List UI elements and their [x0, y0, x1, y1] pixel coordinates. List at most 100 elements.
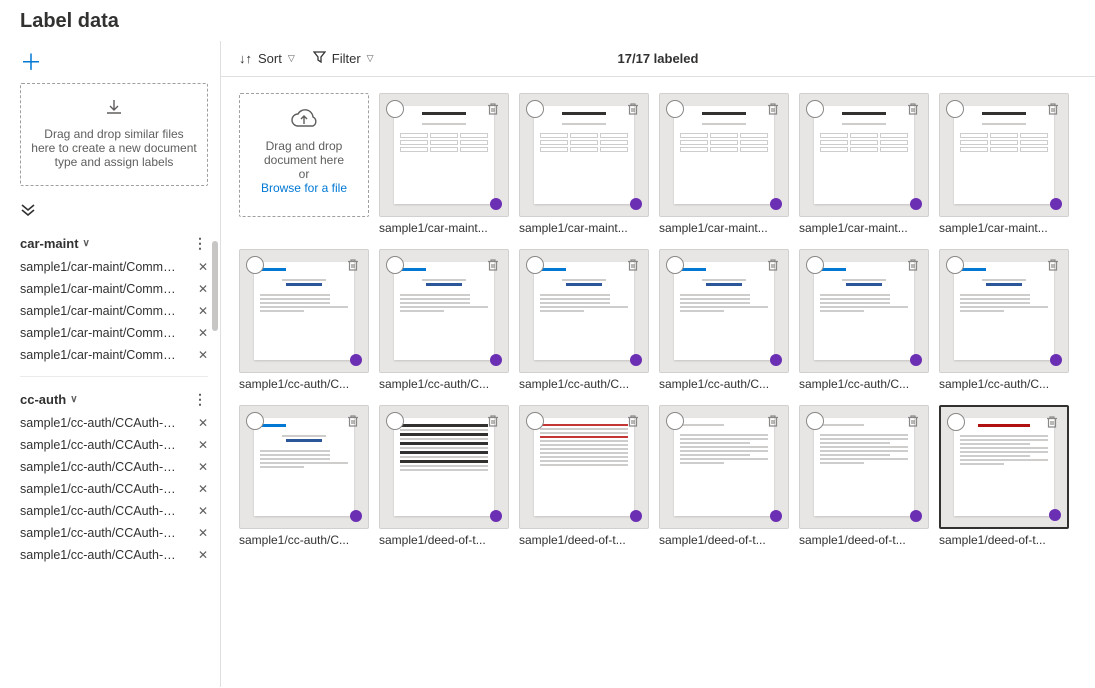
select-checkbox[interactable] — [946, 256, 964, 274]
document-thumbnail[interactable] — [659, 249, 789, 373]
document-card[interactable]: sample1/cc-auth/C... — [379, 249, 509, 391]
select-checkbox[interactable] — [806, 100, 824, 118]
sidebar-dropzone[interactable]: Drag and drop similar files here to crea… — [20, 83, 208, 186]
document-thumbnail[interactable] — [939, 405, 1069, 529]
add-button[interactable]: ＋ — [20, 51, 208, 83]
document-thumbnail[interactable] — [379, 93, 509, 217]
document-card[interactable]: sample1/deed-of-t... — [379, 405, 509, 547]
document-card[interactable]: sample1/car-maint... — [939, 93, 1069, 235]
remove-file-icon[interactable]: ✕ — [198, 416, 208, 430]
remove-file-icon[interactable]: ✕ — [198, 460, 208, 474]
document-thumbnail[interactable] — [939, 249, 1069, 373]
remove-file-icon[interactable]: ✕ — [198, 548, 208, 562]
remove-file-icon[interactable]: ✕ — [198, 326, 208, 340]
file-row[interactable]: sample1/cc-auth/CCAuth-7....✕ — [20, 544, 208, 566]
document-thumbnail[interactable] — [939, 93, 1069, 217]
delete-icon[interactable] — [624, 412, 642, 430]
document-card[interactable]: sample1/cc-auth/C... — [659, 249, 789, 391]
remove-file-icon[interactable]: ✕ — [198, 282, 208, 296]
document-thumbnail[interactable] — [799, 249, 929, 373]
document-card[interactable]: sample1/deed-of-t... — [799, 405, 929, 547]
delete-icon[interactable] — [344, 412, 362, 430]
document-thumbnail[interactable] — [239, 249, 369, 373]
document-card[interactable]: sample1/cc-auth/C... — [519, 249, 649, 391]
select-checkbox[interactable] — [946, 100, 964, 118]
document-card[interactable]: sample1/deed-of-t... — [519, 405, 649, 547]
document-card[interactable]: sample1/cc-auth/C... — [239, 249, 369, 391]
select-checkbox[interactable] — [386, 100, 404, 118]
remove-file-icon[interactable]: ✕ — [198, 438, 208, 452]
remove-file-icon[interactable]: ✕ — [198, 304, 208, 318]
document-card[interactable]: sample1/deed-of-t... — [659, 405, 789, 547]
file-row[interactable]: sample1/cc-auth/CCAuth-2....✕ — [20, 434, 208, 456]
select-checkbox[interactable] — [666, 256, 684, 274]
more-icon[interactable]: ⋮ — [193, 391, 208, 408]
delete-icon[interactable] — [344, 256, 362, 274]
delete-icon[interactable] — [484, 412, 502, 430]
sort-button[interactable]: ↓↑ Sort ▽ — [239, 51, 295, 66]
document-thumbnail[interactable] — [239, 405, 369, 529]
delete-icon[interactable] — [904, 412, 922, 430]
document-card[interactable]: sample1/car-maint... — [659, 93, 789, 235]
remove-file-icon[interactable]: ✕ — [198, 504, 208, 518]
document-card[interactable]: sample1/cc-auth/C... — [799, 249, 929, 391]
delete-icon[interactable] — [484, 100, 502, 118]
group-header[interactable]: car-maint ∨⋮ — [20, 229, 208, 256]
delete-icon[interactable] — [904, 256, 922, 274]
file-row[interactable]: sample1/car-maint/Comme...✕ — [20, 344, 208, 366]
document-card[interactable]: sample1/deed-of-t... — [939, 405, 1069, 547]
select-checkbox[interactable] — [666, 412, 684, 430]
document-thumbnail[interactable] — [519, 405, 649, 529]
file-row[interactable]: sample1/cc-auth/CCAuth-6....✕ — [20, 522, 208, 544]
delete-icon[interactable] — [1044, 256, 1062, 274]
document-thumbnail[interactable] — [379, 405, 509, 529]
document-card[interactable]: sample1/car-maint... — [799, 93, 929, 235]
sidebar-scrollbar[interactable] — [212, 241, 218, 331]
delete-icon[interactable] — [764, 256, 782, 274]
document-card[interactable]: sample1/car-maint... — [379, 93, 509, 235]
remove-file-icon[interactable]: ✕ — [198, 526, 208, 540]
file-row[interactable]: sample1/car-maint/Comme...✕ — [20, 300, 208, 322]
select-checkbox[interactable] — [526, 412, 544, 430]
file-row[interactable]: sample1/car-maint/Comme...✕ — [20, 256, 208, 278]
document-thumbnail[interactable] — [659, 93, 789, 217]
document-thumbnail[interactable] — [799, 405, 929, 529]
collapse-all-button[interactable] — [20, 198, 208, 229]
file-row[interactable]: sample1/cc-auth/CCAuth-1....✕ — [20, 412, 208, 434]
remove-file-icon[interactable]: ✕ — [198, 482, 208, 496]
document-thumbnail[interactable] — [519, 249, 649, 373]
document-thumbnail[interactable] — [659, 405, 789, 529]
select-checkbox[interactable] — [246, 256, 264, 274]
more-icon[interactable]: ⋮ — [193, 235, 208, 252]
delete-icon[interactable] — [1043, 413, 1061, 431]
document-thumbnail[interactable] — [799, 93, 929, 217]
browse-file-link[interactable]: Browse for a file — [248, 181, 360, 195]
select-checkbox[interactable] — [526, 256, 544, 274]
select-checkbox[interactable] — [526, 100, 544, 118]
select-checkbox[interactable] — [666, 100, 684, 118]
file-row[interactable]: sample1/cc-auth/CCAuth-3....✕ — [20, 456, 208, 478]
remove-file-icon[interactable]: ✕ — [198, 260, 208, 274]
delete-icon[interactable] — [764, 412, 782, 430]
file-row[interactable]: sample1/car-maint/Comme...✕ — [20, 278, 208, 300]
document-thumbnail[interactable] — [519, 93, 649, 217]
select-checkbox[interactable] — [947, 413, 965, 431]
file-row[interactable]: sample1/cc-auth/CCAuth-4....✕ — [20, 478, 208, 500]
select-checkbox[interactable] — [386, 256, 404, 274]
delete-icon[interactable] — [624, 100, 642, 118]
select-checkbox[interactable] — [806, 256, 824, 274]
delete-icon[interactable] — [624, 256, 642, 274]
delete-icon[interactable] — [764, 100, 782, 118]
file-row[interactable]: sample1/cc-auth/CCAuth-5....✕ — [20, 500, 208, 522]
delete-icon[interactable] — [484, 256, 502, 274]
delete-icon[interactable] — [1044, 100, 1062, 118]
delete-icon[interactable] — [904, 100, 922, 118]
file-row[interactable]: sample1/car-maint/Comme...✕ — [20, 322, 208, 344]
group-header[interactable]: cc-auth ∨⋮ — [20, 385, 208, 412]
remove-file-icon[interactable]: ✕ — [198, 348, 208, 362]
upload-dropzone[interactable]: Drag and drop document hereorBrowse for … — [239, 93, 369, 217]
select-checkbox[interactable] — [806, 412, 824, 430]
document-card[interactable]: sample1/cc-auth/C... — [239, 405, 369, 547]
filter-button[interactable]: Filter ▽ — [313, 51, 374, 66]
document-thumbnail[interactable] — [379, 249, 509, 373]
